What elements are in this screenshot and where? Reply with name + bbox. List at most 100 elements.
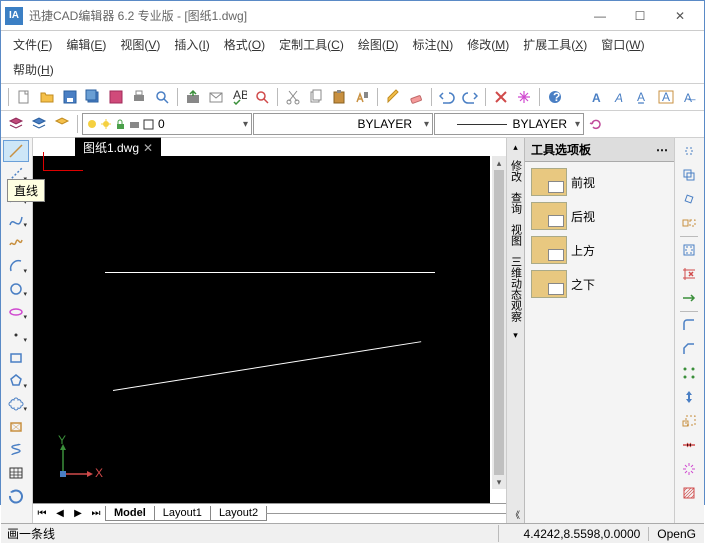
layer-combo[interactable]: 0 <box>82 113 252 135</box>
vertical-scrollbar[interactable]: ▴▾ <box>492 156 506 489</box>
menu-window[interactable]: 窗口(W) <box>595 33 650 56</box>
paste-icon[interactable] <box>328 86 350 108</box>
rectangle-tool[interactable] <box>3 347 29 369</box>
delete-icon[interactable] <box>490 86 512 108</box>
refresh-icon[interactable] <box>585 113 607 135</box>
etransmit-icon[interactable] <box>205 86 227 108</box>
menu-view[interactable]: 视图(V) <box>114 33 166 56</box>
move-icon[interactable] <box>677 140 701 162</box>
tab-close-icon[interactable]: ✕ <box>143 141 153 155</box>
menu-dim[interactable]: 标注(N) <box>407 33 460 56</box>
palette-item-bottom[interactable]: 之下 <box>531 270 668 298</box>
tab-last[interactable]: ⏭ <box>87 506 105 522</box>
find-icon[interactable] <box>251 86 273 108</box>
stretch-icon[interactable] <box>677 386 701 408</box>
tab-layout1[interactable]: Layout1 <box>154 506 211 521</box>
panel-viewport[interactable]: 视图 <box>508 220 524 250</box>
extend-icon[interactable] <box>677 287 701 309</box>
publish-icon[interactable] <box>182 86 204 108</box>
ellipse-tool[interactable]: ▾ <box>3 301 29 323</box>
menu-ext[interactable]: 扩展工具(X) <box>517 33 593 56</box>
revcloud-tool[interactable]: ▾ <box>3 393 29 415</box>
panel-up[interactable]: ▴ <box>509 140 523 154</box>
menu-edit[interactable]: 编辑(E) <box>60 33 112 56</box>
menu-modify[interactable]: 修改(M) <box>461 33 515 56</box>
spell-icon[interactable]: ABC <box>228 86 250 108</box>
tab-layout2[interactable]: Layout2 <box>210 506 267 521</box>
panel-3dorbit[interactable]: 三维动态观察 <box>508 252 524 326</box>
tab-prev[interactable]: ◀ <box>51 506 69 522</box>
new-icon[interactable] <box>13 86 35 108</box>
menu-draw[interactable]: 绘图(D) <box>352 33 405 56</box>
maximize-button[interactable]: ☐ <box>620 2 660 30</box>
freehand-tool[interactable] <box>3 232 29 254</box>
mirror-icon[interactable] <box>677 212 701 234</box>
text-a5[interactable]: A̶ <box>678 86 700 108</box>
panel-modify[interactable]: 修改 <box>508 156 524 186</box>
tab-next[interactable]: ▶ <box>69 506 87 522</box>
panel-inquiry[interactable]: 查询 <box>508 188 524 218</box>
open-icon[interactable] <box>36 86 58 108</box>
save-icon[interactable] <box>59 86 81 108</box>
table-tool[interactable] <box>3 462 29 484</box>
offset-icon[interactable] <box>677 239 701 261</box>
panel-collapse[interactable]: 《 <box>509 507 523 521</box>
rotate-icon[interactable] <box>677 188 701 210</box>
preview-icon[interactable] <box>151 86 173 108</box>
refresh-draw-icon[interactable] <box>3 485 29 507</box>
menu-help[interactable]: 帮助(H) <box>7 58 60 81</box>
undo-icon[interactable] <box>436 86 458 108</box>
hatch-icon[interactable] <box>677 482 701 504</box>
menu-custom[interactable]: 定制工具(C) <box>273 33 350 56</box>
menu-insert[interactable]: 插入(I) <box>168 33 215 56</box>
tab-first[interactable]: ⏮ <box>33 506 51 522</box>
point-tool[interactable]: ▾ <box>3 324 29 346</box>
linetype-combo1[interactable]: BYLAYER <box>253 113 433 135</box>
help-icon[interactable]: ? <box>544 86 566 108</box>
menu-format[interactable]: 格式(O) <box>218 33 271 56</box>
doc-tab[interactable]: 图纸1.dwg✕ <box>75 137 161 157</box>
close-button[interactable]: ✕ <box>660 2 700 30</box>
text-a3[interactable]: A͇ <box>632 86 654 108</box>
match-icon[interactable] <box>351 86 373 108</box>
brush-icon[interactable] <box>382 86 404 108</box>
palette-item-front[interactable]: 前视 <box>531 168 668 196</box>
palette-menu-icon[interactable]: ⋯ <box>656 143 668 157</box>
scale-icon[interactable] <box>677 410 701 432</box>
text-a1[interactable]: A <box>586 86 608 108</box>
menu-file[interactable]: 文件(F) <box>7 33 58 56</box>
explode-icon[interactable] <box>677 458 701 480</box>
drawing-canvas[interactable]: Y X <box>33 156 490 503</box>
layer-iso-icon[interactable] <box>51 113 73 135</box>
chamfer-icon[interactable] <box>677 338 701 360</box>
polygon-tool[interactable]: ▾ <box>3 370 29 392</box>
text-a2[interactable]: A <box>609 86 631 108</box>
eraser-icon[interactable] <box>405 86 427 108</box>
print-icon[interactable] <box>128 86 150 108</box>
array-icon[interactable] <box>677 362 701 384</box>
circle-tool[interactable]: ▾ <box>3 278 29 300</box>
copy-icon[interactable] <box>305 86 327 108</box>
export-icon[interactable] <box>105 86 127 108</box>
layer-manager-icon[interactable] <box>5 113 27 135</box>
panel-down[interactable]: ▾ <box>509 328 523 342</box>
burst-icon[interactable] <box>513 86 535 108</box>
trim-icon[interactable] <box>677 263 701 285</box>
spline-tool[interactable]: ▾ <box>3 209 29 231</box>
text-a4[interactable]: A <box>655 86 677 108</box>
saveall-icon[interactable] <box>82 86 104 108</box>
minimize-button[interactable]: — <box>580 2 620 30</box>
break-icon[interactable] <box>677 434 701 456</box>
linetype-combo2[interactable]: BYLAYER <box>434 113 584 135</box>
redo-icon[interactable] <box>459 86 481 108</box>
palette-item-back[interactable]: 后视 <box>531 202 668 230</box>
helix-tool[interactable] <box>3 439 29 461</box>
region-tool[interactable] <box>3 416 29 438</box>
line-tool[interactable] <box>3 140 29 162</box>
layer-states-icon[interactable] <box>28 113 50 135</box>
fillet-icon[interactable] <box>677 314 701 336</box>
copy2-icon[interactable] <box>677 164 701 186</box>
palette-item-top[interactable]: 上方 <box>531 236 668 264</box>
arc-tool[interactable]: ▾ <box>3 255 29 277</box>
cut-icon[interactable] <box>282 86 304 108</box>
